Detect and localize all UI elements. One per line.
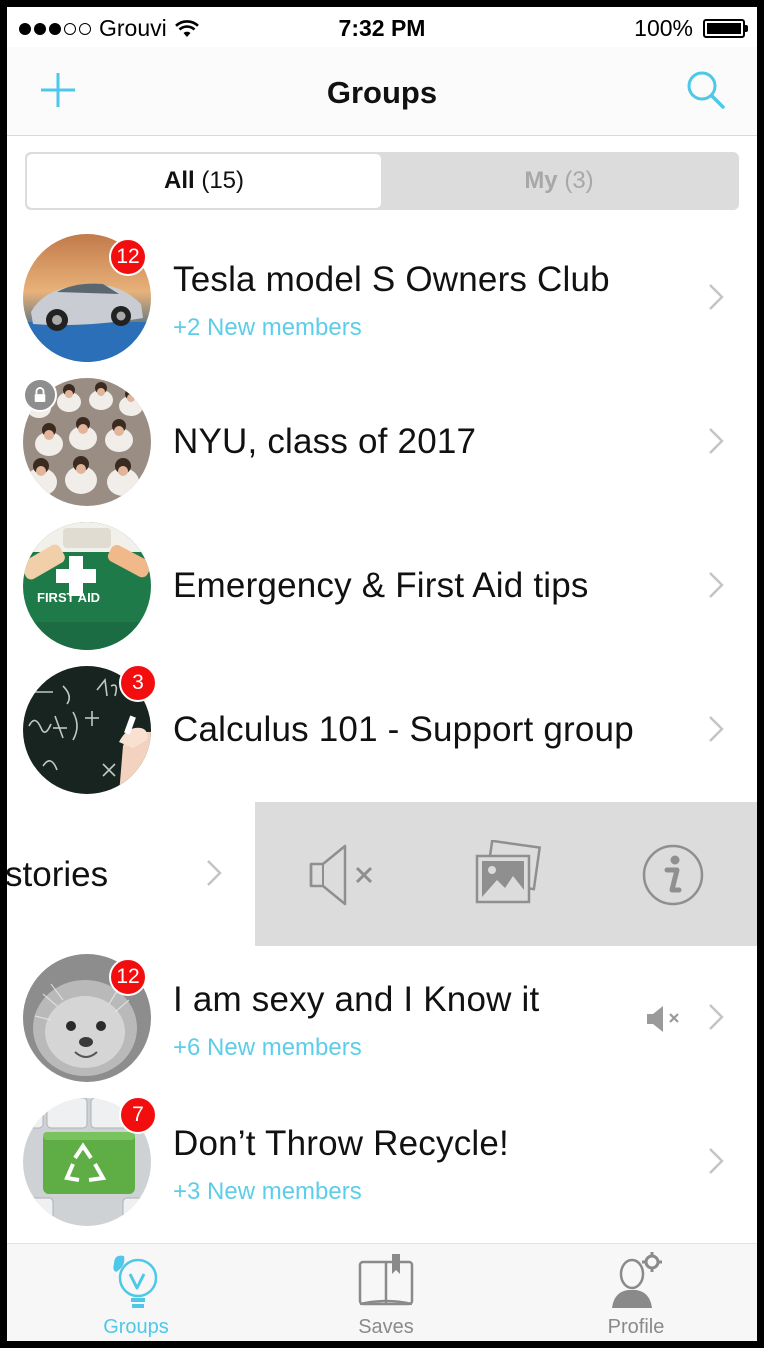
status-bar: Grouvi 7:32 PM 100%	[7, 7, 757, 47]
page-title: Groups	[326, 75, 438, 110]
chevron-right-icon	[709, 284, 724, 310]
search-icon[interactable]	[683, 67, 729, 113]
tab-label: Saves	[358, 1316, 414, 1338]
group-subtitle: +3 New members	[173, 1178, 362, 1205]
first-aid-kit-avatar: FIRST AID	[23, 522, 151, 650]
list-item-first-aid[interactable]: FIRST AID Emergency & First Aid tips	[7, 514, 757, 658]
chevron-right-icon	[709, 572, 724, 598]
list-item-sexy[interactable]: 12 I am sexy and I Know it +6 New member…	[7, 946, 757, 1090]
muted-icon	[647, 1006, 679, 1032]
profile-gear-icon	[612, 1252, 662, 1308]
unread-badge: 3	[119, 664, 157, 702]
chevron-right-icon	[207, 860, 222, 886]
segment-all-label: All	[163, 167, 195, 194]
group-title: stories	[7, 855, 109, 894]
list-item-swiped[interactable]: stories	[7, 802, 757, 946]
group-title: Calculus 101 - Support group	[173, 710, 634, 749]
segment-my[interactable]: My (3)	[381, 154, 737, 208]
segment-my-count: (3)	[564, 167, 594, 194]
group-title: I am sexy and I Know it	[173, 980, 540, 1019]
list-item-recycle[interactable]: 7 Don’t Throw Recycle! +3 New members	[7, 1090, 757, 1234]
unread-badge: 7	[119, 1096, 157, 1134]
chevron-right-icon	[709, 716, 724, 742]
battery-percent: 100%	[634, 15, 693, 41]
photos-icon[interactable]	[471, 840, 547, 910]
tab-bar: Groups Saves Profile	[7, 1243, 757, 1341]
list-item-nyu[interactable]: NYU, class of 2017	[7, 370, 757, 514]
screen: Grouvi 7:32 PM 100% Groups All (15) My (…	[7, 7, 757, 1341]
unread-badge: 12	[109, 958, 147, 996]
device-frame: Grouvi 7:32 PM 100% Groups All (15) My (…	[0, 0, 764, 1348]
mute-icon[interactable]	[307, 840, 383, 910]
segment-all[interactable]: All (15)	[27, 154, 381, 208]
battery-icon	[703, 19, 748, 38]
chevron-right-icon	[709, 428, 724, 454]
list-item-calculus[interactable]: 3 Calculus 101 - Support group	[7, 658, 757, 802]
group-title: NYU, class of 2017	[173, 422, 477, 461]
svg-text:FIRST AID: FIRST AID	[37, 590, 100, 605]
info-icon[interactable]	[635, 840, 711, 910]
segment-my-label: My	[524, 167, 558, 194]
tab-saves[interactable]: Saves	[261, 1244, 511, 1341]
group-subtitle: +6 New members	[173, 1034, 362, 1061]
group-title: Tesla model S Owners Club	[173, 260, 610, 299]
group-subtitle: +2 New members	[173, 314, 362, 341]
saves-book-icon	[358, 1254, 414, 1306]
navigation-bar: Groups	[7, 47, 757, 136]
unread-badge: 12	[109, 238, 147, 276]
group-title: Emergency & First Aid tips	[173, 566, 589, 605]
tab-profile[interactable]: Profile	[511, 1244, 757, 1341]
groups-bulb-icon	[113, 1255, 158, 1308]
tab-label: Profile	[607, 1316, 665, 1338]
tab-label: Groups	[103, 1316, 169, 1338]
swiped-row-content[interactable]: stories	[7, 802, 255, 946]
lock-icon	[23, 378, 57, 412]
group-title: Don’t Throw Recycle!	[173, 1124, 509, 1163]
chevron-right-icon	[709, 1004, 724, 1030]
swipe-actions	[255, 802, 757, 946]
tab-groups[interactable]: Groups	[11, 1244, 261, 1341]
segmented-control: All (15) My (3)	[25, 152, 739, 210]
battery-info: 100%	[634, 15, 748, 42]
segment-all-count: (15)	[201, 167, 245, 194]
chevron-right-icon	[709, 1148, 724, 1174]
list-item-tesla[interactable]: 12 Tesla model S Owners Club +2 New memb…	[7, 226, 757, 370]
